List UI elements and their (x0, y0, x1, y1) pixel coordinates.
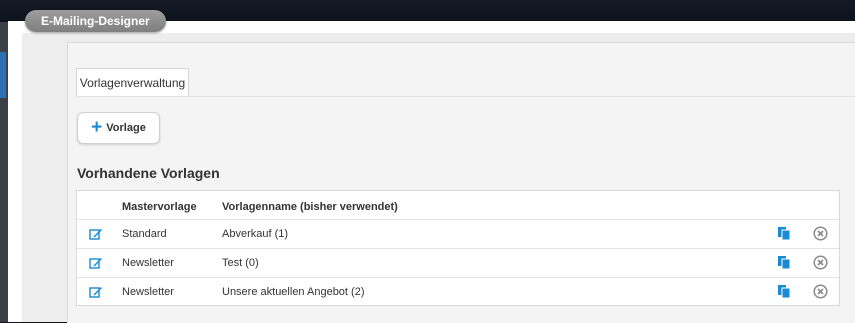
plus-icon: + (91, 116, 103, 138)
add-template-label: Vorlage (106, 122, 146, 134)
copy-icon[interactable] (777, 284, 792, 299)
table-row: Newsletter Unsere aktuellen Angebot (2) (77, 277, 839, 307)
tab-vorlagenverwaltung[interactable]: Vorlagenverwaltung (76, 68, 189, 97)
edit-icon[interactable] (89, 227, 103, 241)
cell-name: Abverkauf (1) (222, 228, 289, 240)
background-accent (0, 52, 6, 98)
column-header-name: Vorlagenname (bisher verwendet) (222, 201, 398, 213)
delete-icon[interactable] (813, 284, 828, 299)
table-row: Standard Abverkauf (1) (77, 219, 839, 249)
cell-name: Test (0) (222, 257, 259, 269)
edit-icon[interactable] (89, 285, 103, 299)
templates-table: Mastervorlage Vorlagenname (bisher verwe… (76, 190, 840, 306)
copy-icon[interactable] (777, 255, 792, 270)
section-title: Vorhandene Vorlagen (77, 165, 220, 181)
background-app-edge (0, 22, 8, 322)
delete-icon[interactable] (813, 226, 828, 241)
delete-icon[interactable] (813, 255, 828, 270)
column-header-master: Mastervorlage (122, 201, 197, 213)
cell-master: Newsletter (122, 286, 174, 298)
table-row: Newsletter Test (0) (77, 248, 839, 278)
copy-icon[interactable] (777, 226, 792, 241)
tab-divider (76, 96, 855, 97)
modal-title: E-Mailing-Designer (25, 10, 166, 32)
add-template-button[interactable]: + Vorlage (77, 112, 160, 144)
edit-icon[interactable] (89, 256, 103, 270)
cell-name: Unsere aktuellen Angebot (2) (222, 286, 365, 298)
cell-master: Standard (122, 228, 167, 240)
cell-master: Newsletter (122, 257, 174, 269)
